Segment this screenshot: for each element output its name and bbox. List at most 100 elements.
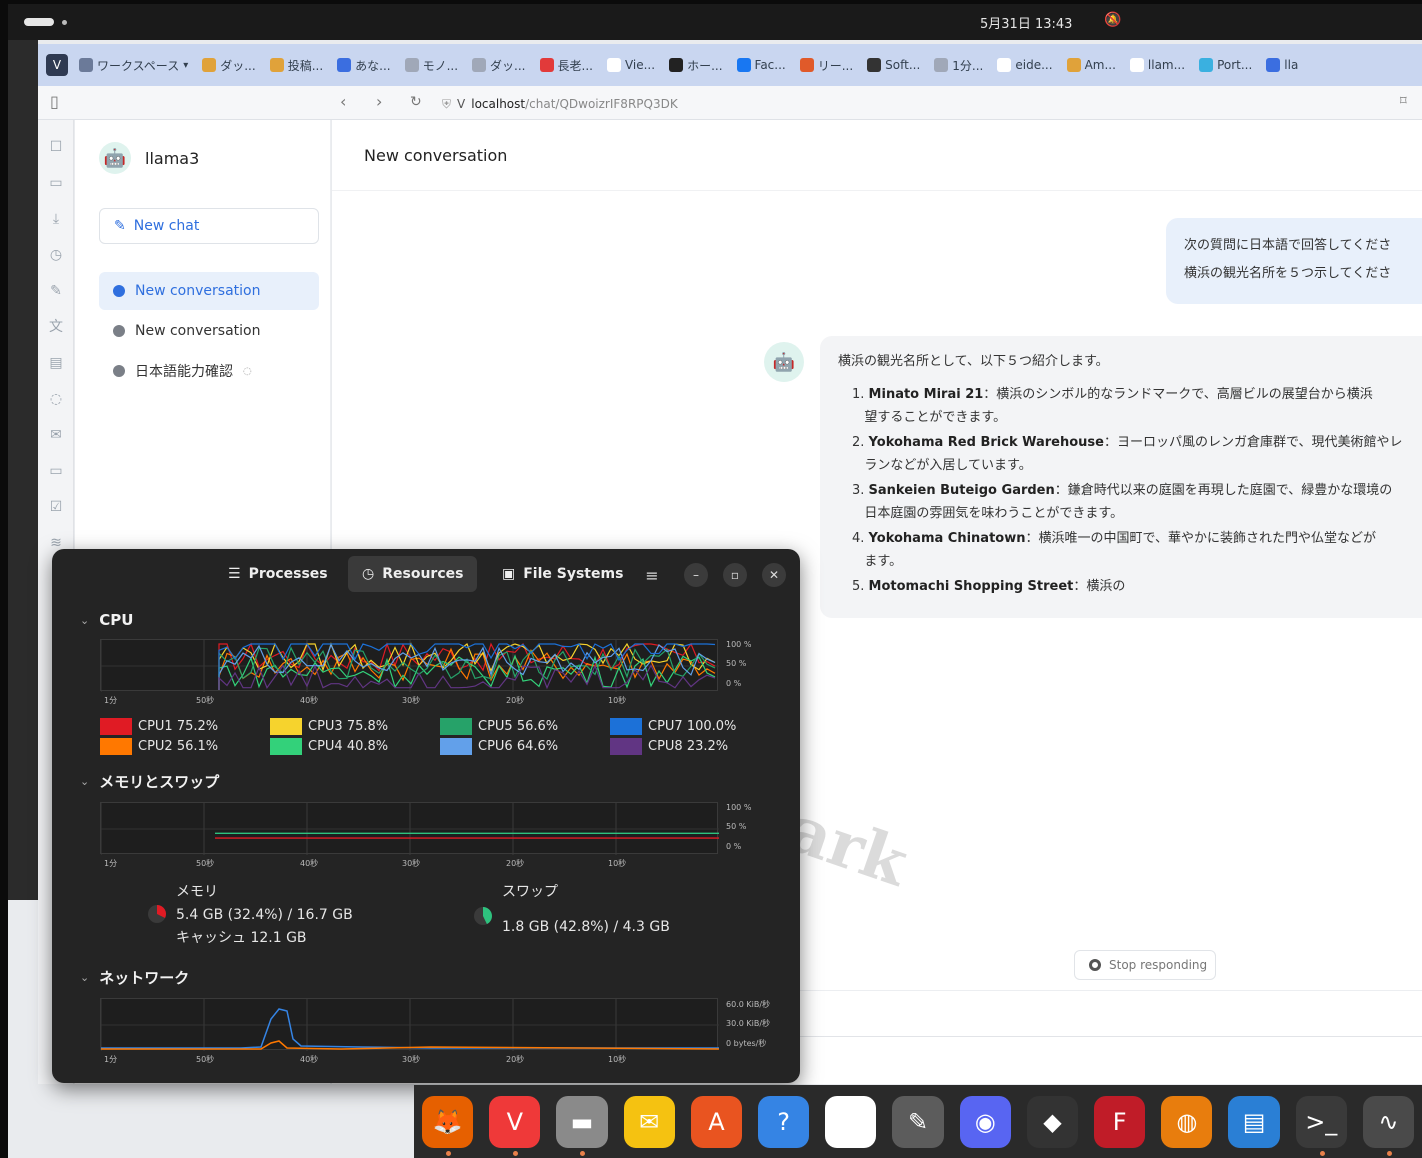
list-icon: ☰ — [228, 566, 241, 582]
stop-responding-button[interactable]: Stop responding — [1074, 950, 1216, 980]
browser-tab[interactable]: リー... — [793, 44, 860, 86]
blender-icon[interactable]: ◍ — [1161, 1095, 1213, 1148]
browser-tab[interactable]: Soft... — [860, 44, 927, 86]
browser-tab[interactable]: 1分... — [927, 44, 990, 86]
gimp-icon[interactable]: ✎ — [892, 1095, 944, 1148]
translate-icon[interactable]: 文 — [47, 318, 65, 336]
cpu-legend-item[interactable]: CPU1 75.2% — [100, 718, 218, 735]
files-icon[interactable]: ▬ — [556, 1095, 608, 1156]
menu-icon[interactable]: ≡ — [640, 563, 664, 587]
bell-off-icon[interactable]: 🔕 — [1104, 12, 1121, 28]
history-icon[interactable]: ◷ — [47, 246, 65, 264]
tab-favicon-icon — [1129, 58, 1144, 72]
cpu-legend-item[interactable]: CPU2 56.1% — [100, 738, 218, 755]
browser-tab[interactable]: Am... — [1060, 44, 1123, 86]
maximize-icon[interactable]: ▫ — [723, 563, 747, 587]
model-name: llama3 — [145, 148, 200, 168]
tab-label: あな... — [355, 58, 391, 73]
url-host: localhost — [471, 97, 526, 111]
url-field[interactable]: ⛨ V localhost/chat/QDwoizrIF8RPQ3DK — [442, 93, 678, 115]
browser-tab[interactable]: ホー... — [662, 44, 729, 86]
cpu-label: CPU3 75.8% — [308, 719, 389, 734]
tab-resources[interactable]: ◷ Resources — [348, 556, 478, 592]
cpu-legend-item[interactable]: CPU8 23.2% — [610, 738, 728, 755]
inkscape-icon[interactable]: ◆ — [1026, 1095, 1079, 1148]
list-item: 1. Minato Mirai 21：横浜のシンボル的なランドマークで、高層ビル… — [852, 387, 1373, 425]
site-shield-icon[interactable]: ⛨ — [442, 97, 451, 112]
stop-label: Stop responding — [1109, 958, 1208, 972]
panel-toggle-icon[interactable]: ▯ — [50, 92, 59, 111]
tab-file-systems[interactable]: ▣ File Systems — [488, 556, 637, 592]
feeds-icon[interactable]: ◌ — [47, 390, 65, 408]
tab-favicon-icon — [1199, 58, 1214, 72]
system-monitor-icon[interactable]: ∿ — [1362, 1095, 1415, 1156]
conversation-item[interactable]: New conversation — [99, 312, 319, 350]
dock: 🦊 V ▬ ✉ A? ◎ ✎ ◉ ◆ F ◍ ▤ >_ ∿ — [414, 1085, 1422, 1158]
browser-tab[interactable]: llam... — [1123, 44, 1192, 86]
forward-icon[interactable]: › — [376, 92, 382, 111]
browser-tab[interactable]: Vie... — [600, 44, 662, 86]
fontforge-icon[interactable]: F — [1094, 1095, 1146, 1148]
conversation-item[interactable]: 日本語能力確認 ◌ — [99, 352, 319, 390]
url-prefix: V — [457, 97, 466, 111]
network-section-header[interactable]: ⌄ ネットワーク — [80, 967, 189, 988]
list-item: 2. Yokohama Red Brick Warehouse：ヨーロッパ風のレ… — [852, 435, 1403, 473]
terminal-icon[interactable]: >_ — [1295, 1095, 1347, 1156]
browser-tab[interactable]: ダッ... — [465, 44, 532, 86]
minimize-icon[interactable]: – — [684, 563, 708, 587]
back-icon[interactable]: ‹ — [340, 92, 346, 111]
new-chat-button[interactable]: ✎ New chat — [99, 208, 319, 244]
reload-icon[interactable]: ↻ — [410, 94, 422, 110]
axis-label: 50 % — [726, 659, 747, 668]
cpu-legend-item[interactable]: CPU4 40.8% — [270, 738, 388, 755]
browser-tab[interactable]: Port... — [1192, 44, 1259, 86]
clock[interactable]: 5月31日 13:43 — [980, 13, 1072, 32]
tab-favicon-icon — [867, 58, 882, 72]
help-icon[interactable]: ? — [758, 1095, 810, 1148]
conversation-item[interactable]: New conversation — [99, 272, 319, 310]
close-icon[interactable]: ✕ — [762, 563, 786, 587]
browser-tab[interactable]: lla — [1259, 44, 1305, 86]
vivaldi-menu-button[interactable]: V — [46, 54, 68, 76]
mail-icon[interactable]: ✉ — [623, 1095, 675, 1148]
browser-tab[interactable]: Fac... — [730, 44, 793, 86]
vivaldi-icon[interactable]: V — [489, 1095, 541, 1156]
firefox-icon[interactable]: 🦊 — [422, 1095, 474, 1156]
cpu-label: CPU6 64.6% — [478, 739, 559, 754]
time-axis-label: 30秒 — [402, 859, 421, 868]
browser-tab[interactable]: モノ... — [398, 44, 465, 86]
notes-icon[interactable]: ✎ — [47, 282, 65, 300]
time-axis-label: 40秒 — [300, 1055, 319, 1064]
memory-section-header[interactable]: ⌄ メモリとスワップ — [80, 771, 219, 792]
browser-tab[interactable]: eide... — [990, 44, 1059, 86]
kde-connect-icon[interactable]: ◎ — [825, 1095, 877, 1148]
tab-processes[interactable]: ☰ Processes — [214, 556, 342, 592]
app-center-icon[interactable]: A — [690, 1095, 743, 1148]
list-item: 3. Sankeien Buteigo Garden：鎌倉時代以来の庭園を再現し… — [852, 483, 1393, 521]
bookmarks-icon[interactable]: ☐ — [47, 138, 65, 156]
contacts-icon[interactable]: ▭ — [47, 462, 65, 480]
tab-label: Soft... — [885, 58, 921, 72]
browser-tab[interactable]: ダッ... — [195, 44, 262, 86]
cpu-section-header[interactable]: ⌄ CPU — [80, 611, 133, 629]
libreoffice-icon[interactable]: ▤ — [1228, 1095, 1280, 1148]
reading-list-icon[interactable]: ▭ — [47, 174, 65, 192]
browser-tab[interactable]: あな... — [330, 44, 397, 86]
tasks-icon[interactable]: ☑ — [47, 498, 65, 516]
activities-indicator[interactable] — [24, 18, 54, 26]
axis-label: 0 % — [726, 842, 742, 851]
cpu-legend-item[interactable]: CPU7 100.0% — [610, 718, 736, 735]
cpu-legend-item[interactable]: CPU6 64.6% — [440, 738, 558, 755]
memory-info: メモリ 5.4 GB (32.4%) / 16.7 GB キャッシュ 12.1 … — [176, 884, 353, 946]
calendar-icon[interactable]: ▤ — [47, 354, 65, 372]
axis-label: 100 % — [726, 640, 752, 649]
browser-tab[interactable]: 投稿... — [263, 44, 330, 86]
bookmark-icon[interactable]: ⌑ — [1400, 94, 1407, 109]
cpu-legend-item[interactable]: CPU3 75.8% — [270, 718, 388, 735]
browser-tab[interactable]: ワークスペース ▾ — [72, 44, 195, 86]
mail-icon[interactable]: ✉ — [47, 426, 65, 444]
discord-icon[interactable]: ◉ — [959, 1095, 1011, 1148]
cpu-legend-item[interactable]: CPU5 56.6% — [440, 718, 558, 735]
browser-tab[interactable]: 長老... — [533, 44, 600, 86]
downloads-icon[interactable]: ⤓ — [47, 210, 65, 228]
